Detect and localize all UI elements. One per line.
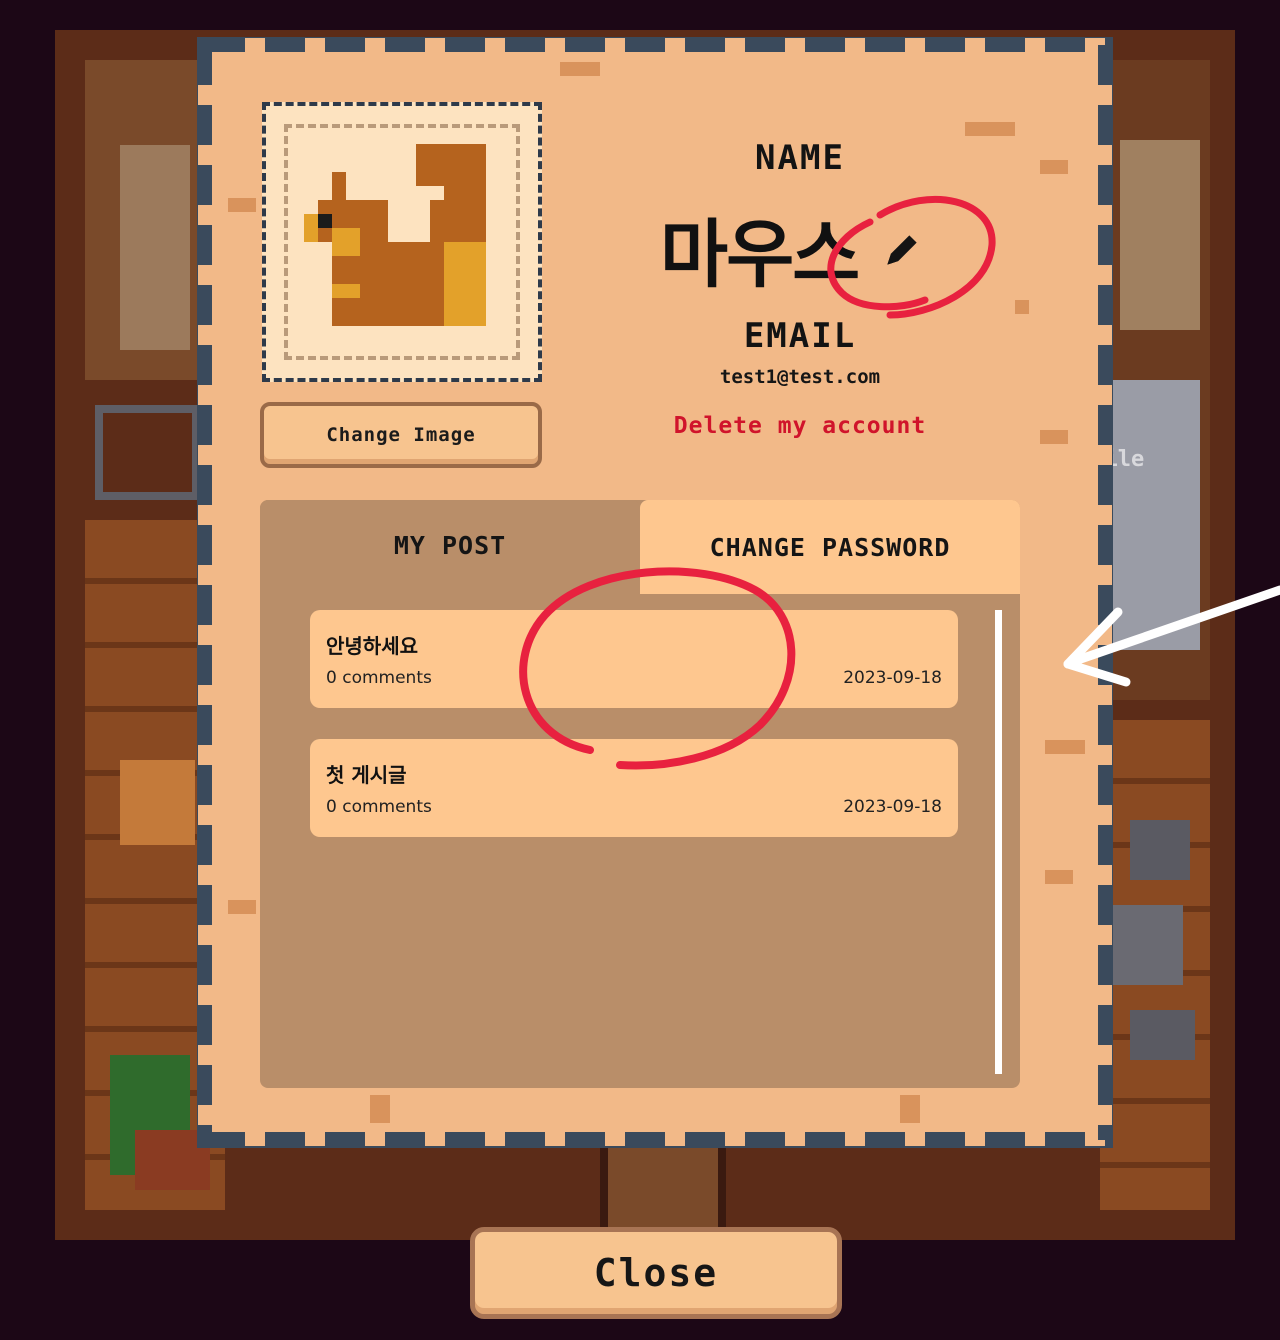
room-door bbox=[600, 1140, 726, 1230]
room-dumbbell bbox=[1130, 820, 1190, 880]
squirrel-icon bbox=[304, 144, 486, 326]
post-comment-count: 0 comments bbox=[326, 797, 432, 817]
pencil-icon[interactable] bbox=[880, 228, 924, 272]
parchment-speck bbox=[1015, 300, 1029, 314]
room-stool bbox=[120, 760, 195, 845]
parchment-edge bbox=[205, 38, 1105, 52]
post-comment-count: 0 comments bbox=[326, 668, 432, 688]
post-date: 2023-09-18 bbox=[843, 797, 942, 817]
post-card[interactable]: 안녕하세요 0 comments 2023-09-18 bbox=[310, 610, 958, 708]
room-weight bbox=[1108, 905, 1183, 985]
post-date: 2023-09-18 bbox=[843, 668, 942, 688]
tab-change-password[interactable]: CHANGE PASSWORD bbox=[640, 500, 1020, 594]
name-value: 마우스 bbox=[660, 212, 860, 298]
email-label: EMAIL bbox=[743, 316, 857, 356]
parchment-edge bbox=[205, 1132, 1105, 1146]
parchment-speck bbox=[1040, 430, 1068, 444]
room-shelf bbox=[95, 405, 200, 500]
parchment-speck bbox=[965, 122, 1015, 136]
parchment-speck bbox=[370, 1095, 390, 1123]
post-list-scrollbar[interactable] bbox=[995, 610, 1002, 1074]
parchment-speck bbox=[1045, 740, 1085, 754]
parchment-speck bbox=[228, 900, 256, 914]
email-value: test1@test.com bbox=[719, 366, 881, 388]
close-button[interactable]: Close bbox=[470, 1227, 842, 1319]
parchment-speck bbox=[560, 62, 600, 76]
room-window-left bbox=[120, 145, 190, 350]
tab-my-post[interactable]: MY POST bbox=[260, 500, 640, 590]
change-image-button[interactable]: Change Image bbox=[260, 402, 542, 468]
post-card[interactable]: 첫 게시글 0 comments 2023-09-18 bbox=[310, 739, 958, 837]
room-window-right bbox=[1120, 140, 1200, 330]
parchment-edge bbox=[1098, 45, 1112, 1140]
name-label: NAME bbox=[755, 138, 845, 178]
avatar-frame bbox=[262, 102, 542, 382]
parchment-speck bbox=[228, 198, 256, 212]
parchment-speck bbox=[900, 1095, 920, 1123]
post-title: 안녕하세요 bbox=[326, 634, 418, 658]
room-barbell bbox=[1130, 1010, 1195, 1060]
parchment-edge bbox=[198, 45, 212, 1140]
post-title: 첫 게시글 bbox=[326, 763, 407, 787]
parchment-speck bbox=[1045, 870, 1073, 884]
delete-account-link[interactable]: Delete my account bbox=[600, 413, 1000, 439]
parchment-speck bbox=[1040, 160, 1068, 174]
